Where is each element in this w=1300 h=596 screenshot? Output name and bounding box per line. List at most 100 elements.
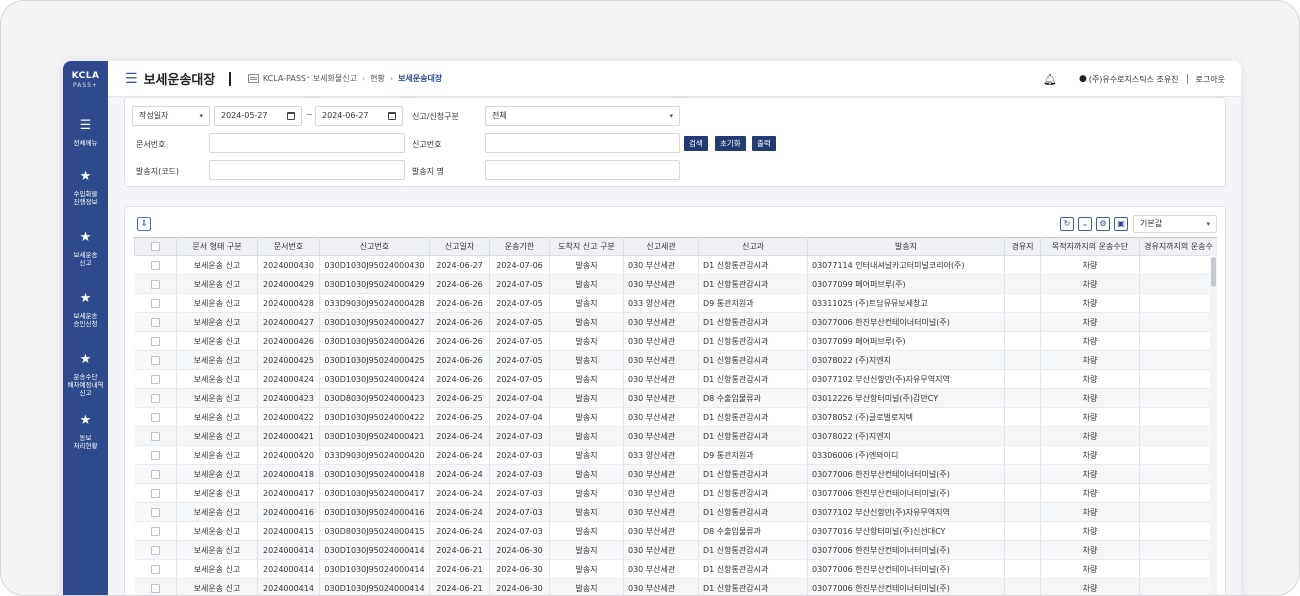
date-type-select[interactable]: 작성일자: [132, 106, 210, 126]
save-icon[interactable]: ▣: [1114, 217, 1128, 231]
search-button[interactable]: 검색: [684, 136, 708, 151]
sidebar-item-0[interactable]: ★ 수입화물 진행정보: [63, 163, 108, 224]
row-select-cell[interactable]: [134, 445, 177, 465]
row-checkbox[interactable]: [150, 279, 160, 289]
row-select-cell[interactable]: [134, 502, 177, 522]
row-checkbox[interactable]: [150, 564, 160, 574]
refresh-icon[interactable]: ↻: [1060, 217, 1074, 231]
column-header[interactable]: 경유지: [1004, 237, 1041, 256]
table-row[interactable]: 보세운송 신고 2024000425 030D1030J95024000425 202…: [134, 350, 1217, 370]
column-header[interactable]: 신고번호: [319, 237, 430, 256]
select-all-checkbox[interactable]: [151, 242, 160, 251]
table-row[interactable]: 보세운송 신고 2024000415 030D8030J95024000415 202…: [134, 521, 1217, 541]
table-row[interactable]: 보세운송 신고 2024000423 030D8030J95024000423 202…: [134, 388, 1217, 408]
doc-no-input[interactable]: [209, 133, 405, 153]
calendar-icon[interactable]: [388, 112, 396, 120]
reset-button[interactable]: 초기화: [715, 136, 746, 151]
table-row[interactable]: 보세운송 신고 2024000414 030D1030J95024000414 202…: [134, 540, 1217, 560]
row-select-cell[interactable]: [134, 293, 177, 313]
breadcrumb-item-2[interactable]: 현황: [370, 73, 385, 84]
sender-name-input[interactable]: [485, 160, 680, 180]
print-button[interactable]: 출력: [752, 136, 776, 151]
row-checkbox[interactable]: [150, 317, 160, 327]
column-header[interactable]: 신고세관: [623, 237, 699, 256]
row-checkbox[interactable]: [150, 469, 160, 479]
table-row[interactable]: 보세운송 신고 2024000426 030D1030J95024000426 202…: [134, 331, 1217, 351]
date-from-input[interactable]: 2024-05-27: [214, 106, 302, 126]
row-checkbox[interactable]: [150, 374, 160, 384]
row-checkbox[interactable]: [150, 298, 160, 308]
table-row[interactable]: 보세운송 신고 2024000421 030D1030J95024000421 202…: [134, 426, 1217, 446]
row-select-cell[interactable]: [134, 559, 177, 579]
table-row[interactable]: 보세운송 신고 2024000416 030D1030J95024000416 202…: [134, 502, 1217, 522]
row-select-cell[interactable]: [134, 407, 177, 427]
user-name[interactable]: (주)유수로지스틱스 조유진: [1089, 74, 1179, 85]
view-select[interactable]: 기본값: [1133, 215, 1217, 233]
row-select-cell[interactable]: [134, 388, 177, 408]
chevron-down-icon[interactable]: ⌄: [1078, 217, 1092, 231]
table-row[interactable]: 보세운송 신고 2024000417 030D1030J95024000417 202…: [134, 483, 1217, 503]
row-checkbox[interactable]: [150, 526, 160, 536]
select-all-cell[interactable]: [134, 237, 177, 256]
column-header[interactable]: 문서 형태 구분: [176, 237, 258, 256]
row-select-cell[interactable]: [134, 578, 177, 595]
calendar-icon[interactable]: [287, 112, 295, 120]
row-select-cell[interactable]: [134, 426, 177, 446]
gear-icon[interactable]: ⚙: [1096, 217, 1110, 231]
row-select-cell[interactable]: [134, 331, 177, 351]
row-select-cell[interactable]: [134, 521, 177, 541]
column-header[interactable]: 경유지까지의 운송수: [1139, 237, 1217, 256]
logout-link[interactable]: 로그아웃: [1196, 74, 1225, 85]
excel-download-icon[interactable]: ⇩: [137, 217, 151, 231]
table-row[interactable]: 보세운송 신고 2024000420 033D9030J95024000420 202…: [134, 445, 1217, 465]
column-header[interactable]: 문서번호: [257, 237, 320, 256]
table-row[interactable]: 보세운송 신고 2024000424 030D1030J95024000424 202…: [134, 369, 1217, 389]
vertical-scrollbar[interactable]: [1210, 255, 1217, 595]
logo[interactable]: KCLA PASS+: [63, 61, 108, 101]
table-row[interactable]: 보세운송 신고 2024000422 030D1030J95024000422 202…: [134, 407, 1217, 427]
table-row[interactable]: 보세운송 신고 2024000430 030D1030J95024000430 202…: [134, 255, 1217, 275]
table-row[interactable]: 보세운송 신고 2024000428 033D9030J95024000428 202…: [134, 293, 1217, 313]
sender-code-input[interactable]: [209, 160, 405, 180]
sidebar-item-4[interactable]: ★ 동보 처리현황: [63, 407, 108, 468]
column-header[interactable]: 운송기한: [489, 237, 550, 256]
row-select-cell[interactable]: [134, 312, 177, 332]
row-select-cell[interactable]: [134, 369, 177, 389]
row-select-cell[interactable]: [134, 483, 177, 503]
table-row[interactable]: 보세운송 신고 2024000414 030D1030J95024000414 202…: [134, 559, 1217, 579]
column-header[interactable]: 목적지까지의 운송수단: [1040, 237, 1140, 256]
date-to-input[interactable]: 2024-06-27: [315, 106, 403, 126]
column-header[interactable]: 도착지 신고 구분: [549, 237, 624, 256]
table-row[interactable]: 보세운송 신고 2024000427 030D1030J95024000427 202…: [134, 312, 1217, 332]
column-header[interactable]: 신고일자: [429, 237, 490, 256]
row-checkbox[interactable]: [150, 545, 160, 555]
row-select-cell[interactable]: [134, 274, 177, 294]
row-checkbox[interactable]: [150, 507, 160, 517]
row-select-cell[interactable]: [134, 350, 177, 370]
sidebar-item-1[interactable]: ★ 보세운송 신고: [63, 224, 108, 285]
row-checkbox[interactable]: [150, 450, 160, 460]
row-select-cell[interactable]: [134, 255, 177, 275]
sidebar-item-3[interactable]: ★ 운송수단 배차예정내역 신고: [63, 346, 108, 407]
bell-icon[interactable]: 🔔︎: [1043, 73, 1057, 86]
sidebar-item-2[interactable]: ★ 보세운송 승인신청: [63, 285, 108, 346]
row-select-cell[interactable]: [134, 464, 177, 484]
column-header[interactable]: 신고과: [698, 237, 808, 256]
column-header[interactable]: 발송지: [807, 237, 1005, 256]
report-type-select[interactable]: 전체: [485, 106, 680, 126]
report-no-input[interactable]: [485, 133, 680, 153]
table-row[interactable]: 보세운송 신고 2024000429 030D1030J95024000429 202…: [134, 274, 1217, 294]
table-row[interactable]: 보세운송 신고 2024000414 030D1030J95024000414 202…: [134, 578, 1217, 595]
table-row[interactable]: 보세운송 신고 2024000418 030D1030J95024000418 202…: [134, 464, 1217, 484]
row-checkbox[interactable]: [150, 431, 160, 441]
row-checkbox[interactable]: [150, 583, 160, 593]
row-select-cell[interactable]: [134, 540, 177, 560]
sidebar-item-all-menu[interactable]: ☰ 전체메뉴: [63, 101, 108, 163]
row-checkbox[interactable]: [150, 412, 160, 422]
row-checkbox[interactable]: [150, 260, 160, 270]
row-checkbox[interactable]: [150, 488, 160, 498]
row-checkbox[interactable]: [150, 393, 160, 403]
row-checkbox[interactable]: [150, 355, 160, 365]
row-checkbox[interactable]: [150, 336, 160, 346]
breadcrumb-item-1[interactable]: KCLA-PASS⁺ 보세화물신고: [263, 73, 357, 84]
